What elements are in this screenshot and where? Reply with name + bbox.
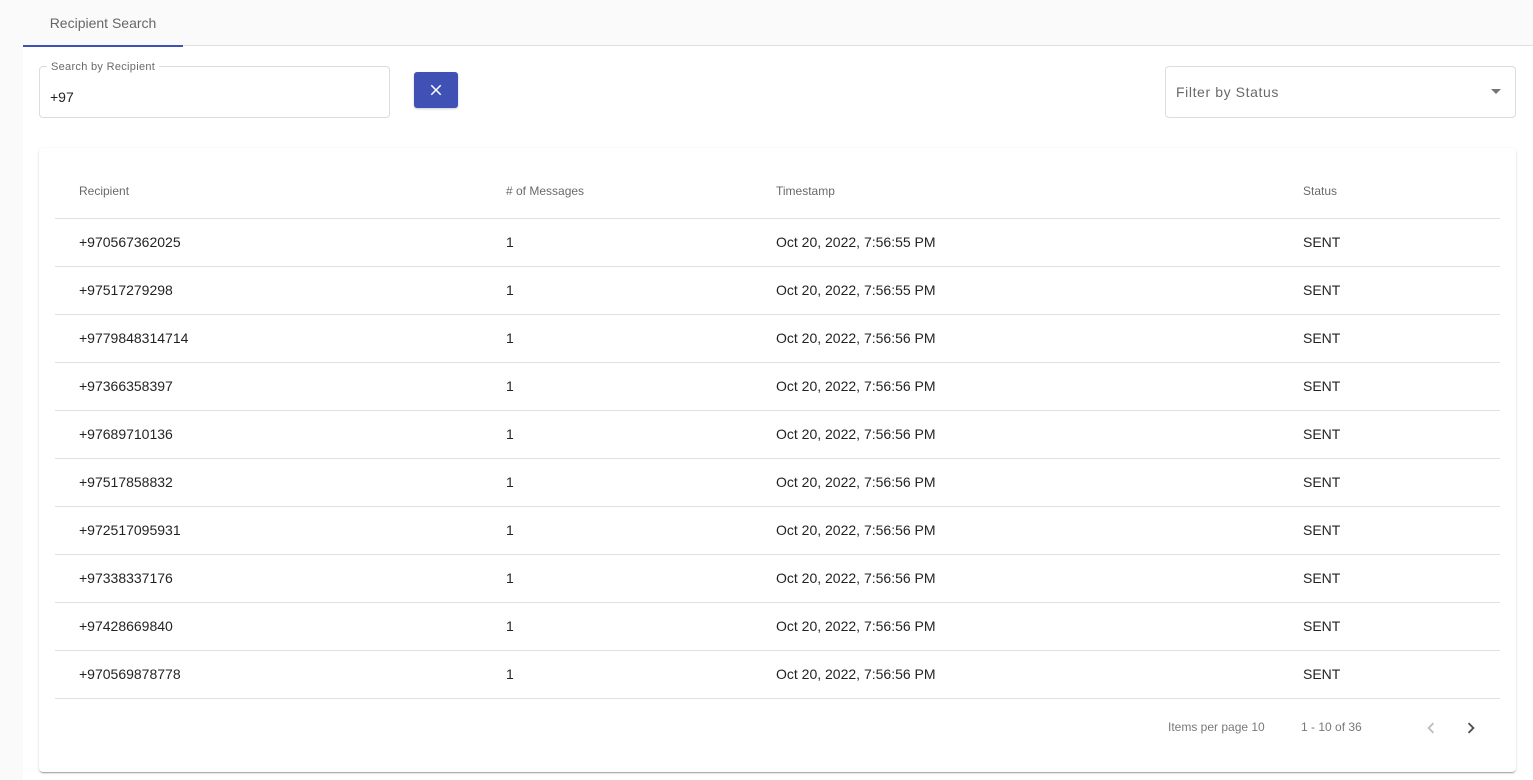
items-per-page-label: Items per page 10 (1168, 720, 1265, 734)
cell-status: SENT (1303, 618, 1341, 634)
table-row[interactable]: +97366358397 1 Oct 20, 2022, 7:56:56 PM SEN… (55, 363, 1500, 411)
header-timestamp: Timestamp (776, 184, 835, 198)
paginator: Items per page 10 1 - 10 of 36 (39, 713, 1516, 743)
cell-status: SENT (1303, 522, 1341, 538)
tab-recipient-search[interactable]: Recipient Search (23, 0, 183, 47)
header-recipient: Recipient (79, 184, 130, 198)
cell-timestamp: Oct 20, 2022, 7:56:56 PM (776, 474, 936, 490)
cell-timestamp: Oct 20, 2022, 7:56:56 PM (776, 378, 936, 394)
cell-messages: 1 (506, 666, 514, 682)
tab-label: Recipient Search (49, 15, 157, 31)
cell-timestamp: Oct 20, 2022, 7:56:56 PM (776, 330, 936, 346)
cell-status: SENT (1303, 666, 1341, 682)
table-row[interactable]: +97338337176 1 Oct 20, 2022, 7:56:56 PM SEN… (55, 555, 1500, 603)
filter-placeholder: Filter by Status (1176, 84, 1279, 100)
next-page-button[interactable] (1456, 713, 1486, 743)
cell-messages: 1 (506, 570, 514, 586)
table-row[interactable]: +97428669840 1 Oct 20, 2022, 7:56:56 PM SEN… (55, 603, 1500, 651)
tab-active-indicator (23, 45, 183, 47)
cell-timestamp: Oct 20, 2022, 7:56:56 PM (776, 522, 936, 538)
cell-messages: 1 (506, 330, 514, 346)
cell-status: SENT (1303, 570, 1341, 586)
dropdown-arrow-icon (1491, 89, 1501, 94)
cell-messages: 1 (506, 618, 514, 634)
page-range-label: 1 - 10 of 36 (1301, 720, 1362, 734)
search-label: Search by Recipient (47, 61, 160, 73)
cell-timestamp: Oct 20, 2022, 7:56:55 PM (776, 282, 936, 298)
cell-status: SENT (1303, 426, 1341, 442)
cell-status: SENT (1303, 378, 1341, 394)
cell-status: SENT (1303, 330, 1341, 346)
table-header-row: Recipient # of Messages Timestamp Status (55, 162, 1500, 219)
header-status: Status (1303, 184, 1338, 198)
chevron-right-icon (1467, 722, 1475, 734)
cell-recipient: +97517858832 (79, 474, 173, 490)
results-card: Recipient # of Messages Timestamp Status… (39, 148, 1516, 772)
previous-page-button[interactable] (1416, 713, 1446, 743)
chevron-left-icon (1427, 722, 1435, 734)
filter-status-select[interactable]: Filter by Status (1165, 66, 1516, 118)
table-row[interactable]: +972517095931 1 Oct 20, 2022, 7:56:56 PM SE… (55, 507, 1500, 555)
cell-messages: 1 (506, 378, 514, 394)
tab-header: Recipient Search (23, 0, 1533, 47)
table-row[interactable]: +970569878778 1 Oct 20, 2022, 7:56:56 PM SE… (55, 651, 1500, 699)
cell-recipient: +97517279298 (79, 282, 173, 298)
cell-messages: 1 (506, 522, 514, 538)
table-row[interactable]: +9779848314714 1 Oct 20, 2022, 7:56:56 PM S… (55, 315, 1500, 363)
cell-status: SENT (1303, 234, 1341, 250)
cell-recipient: +97689710136 (79, 426, 173, 442)
cell-recipient: +972517095931 (79, 522, 181, 538)
cell-timestamp: Oct 20, 2022, 7:56:56 PM (776, 666, 936, 682)
page: Recipient Search Search by Recipient Fil… (23, 0, 1533, 780)
table-row[interactable]: +97517858832 1 Oct 20, 2022, 7:56:56 PM SEN… (55, 459, 1500, 507)
table-row[interactable]: +970567362025 1 Oct 20, 2022, 7:56:55 PM SE… (55, 219, 1500, 267)
cell-timestamp: Oct 20, 2022, 7:56:56 PM (776, 618, 936, 634)
clear-search-button[interactable] (414, 72, 458, 108)
search-input[interactable] (50, 87, 370, 107)
cell-messages: 1 (506, 282, 514, 298)
cell-recipient: +97338337176 (79, 570, 173, 586)
table-body: +970567362025 1 Oct 20, 2022, 7:56:55 PM SE… (55, 219, 1500, 699)
cell-messages: 1 (506, 234, 514, 250)
cell-timestamp: Oct 20, 2022, 7:56:56 PM (776, 426, 936, 442)
cell-messages: 1 (506, 426, 514, 442)
cell-recipient: +970569878778 (79, 666, 181, 682)
table-row[interactable]: +97689710136 1 Oct 20, 2022, 7:56:56 PM SEN… (55, 411, 1500, 459)
close-icon (430, 84, 442, 96)
cell-recipient: +9779848314714 (79, 330, 189, 346)
cell-timestamp: Oct 20, 2022, 7:56:56 PM (776, 570, 936, 586)
results-table: Recipient # of Messages Timestamp Status… (55, 162, 1500, 699)
cell-status: SENT (1303, 282, 1341, 298)
cell-timestamp: Oct 20, 2022, 7:56:55 PM (776, 234, 936, 250)
cell-recipient: +970567362025 (79, 234, 181, 250)
cell-recipient: +97366358397 (79, 378, 173, 394)
search-recipient-field[interactable]: Search by Recipient (39, 61, 390, 118)
table-row[interactable]: +97517279298 1 Oct 20, 2022, 7:56:55 PM SEN… (55, 267, 1500, 315)
header-messages: # of Messages (506, 184, 585, 198)
cell-messages: 1 (506, 474, 514, 490)
cell-recipient: +97428669840 (79, 618, 173, 634)
cell-status: SENT (1303, 474, 1341, 490)
